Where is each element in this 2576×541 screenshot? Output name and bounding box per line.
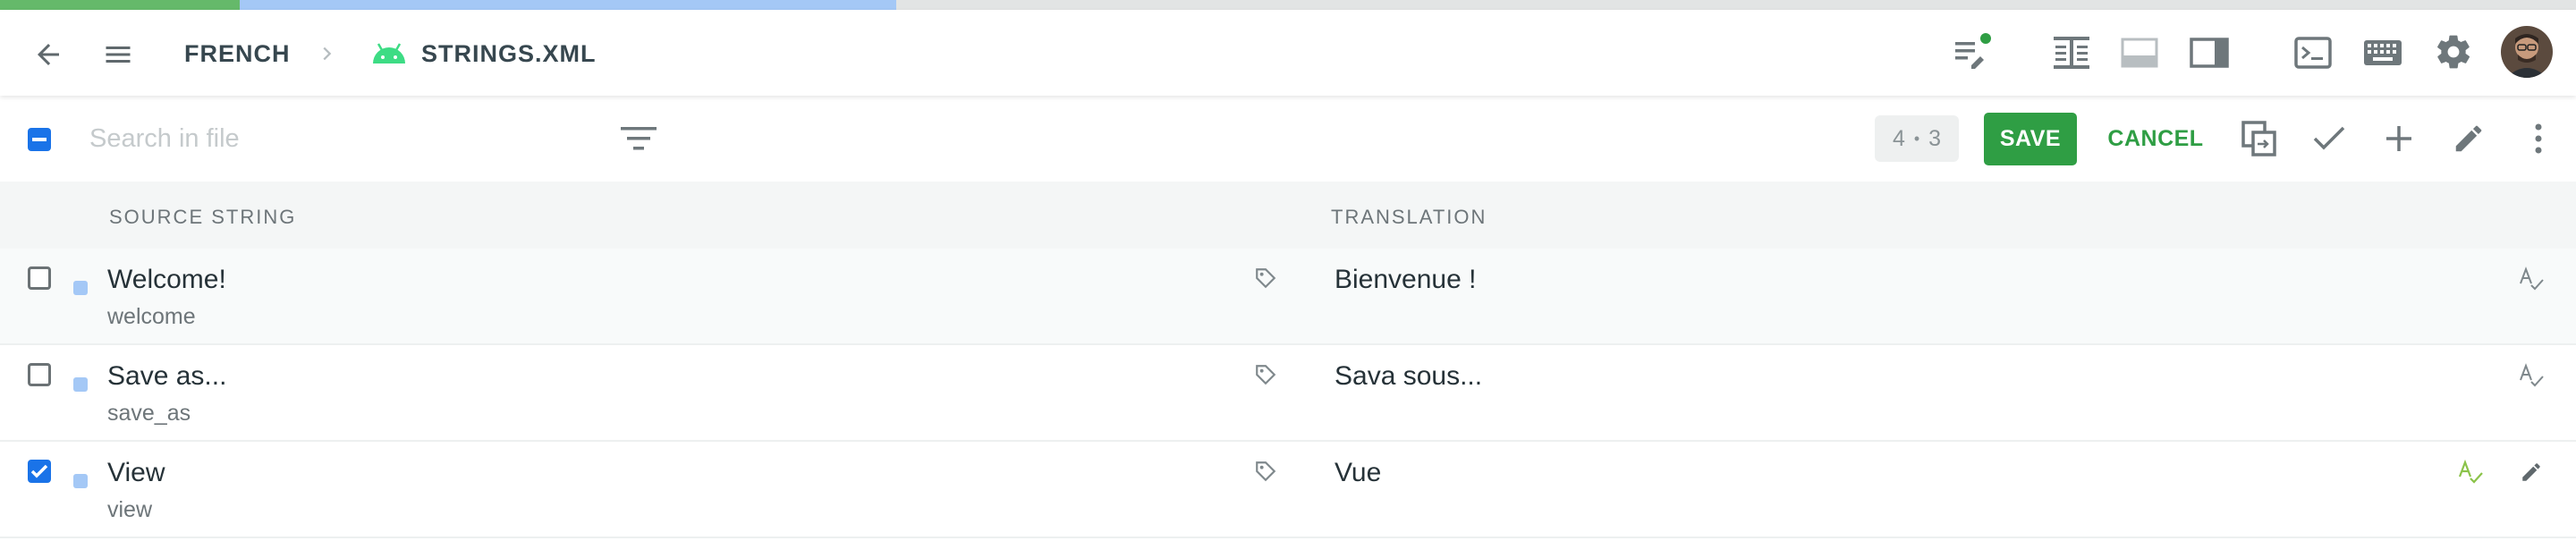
- translation-text[interactable]: Vue: [1335, 458, 1381, 488]
- split-columns-icon[interactable]: [2048, 30, 2095, 76]
- column-header-source: SOURCE STRING: [109, 206, 297, 228]
- notes-pencil-icon[interactable]: [1946, 28, 1996, 78]
- row-checkbox[interactable]: [28, 460, 51, 483]
- search-input[interactable]: [89, 119, 590, 158]
- counter-right: 3: [1928, 125, 1942, 151]
- table-row[interactable]: View view Vue: [0, 442, 2576, 538]
- cancel-button[interactable]: CANCEL: [2102, 113, 2209, 165]
- column-header-translation: TRANSLATION: [1331, 206, 1487, 228]
- checkmark-icon: [30, 464, 48, 478]
- select-all-checkbox[interactable]: [28, 128, 51, 151]
- source-string: Welcome!: [107, 265, 226, 294]
- source-string: Save as...: [107, 361, 227, 391]
- android-icon: [369, 38, 410, 69]
- tag-icon[interactable]: [1250, 456, 1281, 486]
- status-marker: [73, 281, 88, 295]
- edit-pencil-icon[interactable]: [2515, 456, 2547, 488]
- status-dot: [1980, 33, 1991, 44]
- source-string: View: [107, 458, 165, 487]
- counter-left: 4: [1892, 125, 1905, 151]
- table-row[interactable]: Welcome! welcome Bienvenue !: [0, 249, 2576, 345]
- translation-text[interactable]: Sava sous...: [1335, 361, 1482, 392]
- tag-icon[interactable]: [1250, 263, 1281, 293]
- side-panel-icon[interactable]: [2186, 30, 2233, 76]
- tag-icon[interactable]: [1250, 359, 1281, 390]
- edit-pencil-icon[interactable]: [2445, 115, 2492, 162]
- chevron-right-icon: [315, 42, 338, 65]
- string-key: welcome: [107, 304, 196, 329]
- hamburger-menu-icon[interactable]: [95, 31, 141, 78]
- string-key: save_as: [107, 401, 191, 426]
- translated-progress-segment: [0, 0, 240, 10]
- filter-icon[interactable]: [617, 119, 660, 158]
- translation-progress-bar: [0, 0, 2576, 10]
- spellcheck-ok-icon[interactable]: [2454, 456, 2487, 488]
- counter-separator: •: [1913, 129, 1920, 148]
- file-toolbar: 4 • 3 SAVE CANCEL: [0, 96, 2576, 182]
- breadcrumb-language[interactable]: FRENCH: [184, 42, 291, 66]
- approve-check-icon[interactable]: [2306, 115, 2352, 162]
- keyboard-icon[interactable]: [2360, 30, 2406, 76]
- top-bar: FRENCH STRINGS.XML: [0, 10, 2576, 96]
- copy-source-icon[interactable]: [2236, 115, 2283, 162]
- table-header: SOURCE STRING TRANSLATION: [0, 182, 2576, 249]
- approved-progress-segment: [240, 0, 896, 10]
- breadcrumb-file[interactable]: STRINGS.XML: [421, 42, 597, 66]
- more-vertical-icon[interactable]: [2521, 115, 2556, 162]
- bottom-panel-icon[interactable]: [2116, 30, 2163, 76]
- spellcheck-icon[interactable]: [2515, 359, 2547, 392]
- string-key: view: [107, 497, 153, 522]
- add-icon[interactable]: [2376, 115, 2422, 162]
- status-marker: [73, 377, 88, 392]
- spellcheck-icon[interactable]: [2515, 263, 2547, 295]
- row-checkbox[interactable]: [28, 363, 51, 386]
- table-row[interactable]: Save as... save_as Sava sous...: [0, 345, 2576, 442]
- user-avatar[interactable]: [2501, 26, 2553, 78]
- translation-text[interactable]: Bienvenue !: [1335, 265, 1476, 295]
- save-button[interactable]: SAVE: [1984, 113, 2077, 165]
- gear-icon[interactable]: [2429, 28, 2478, 76]
- row-checkbox[interactable]: [28, 266, 51, 290]
- terminal-icon[interactable]: [2290, 30, 2336, 76]
- status-marker: [73, 474, 88, 488]
- selection-counter: 4 • 3: [1875, 115, 1959, 162]
- back-arrow-icon[interactable]: [25, 31, 72, 78]
